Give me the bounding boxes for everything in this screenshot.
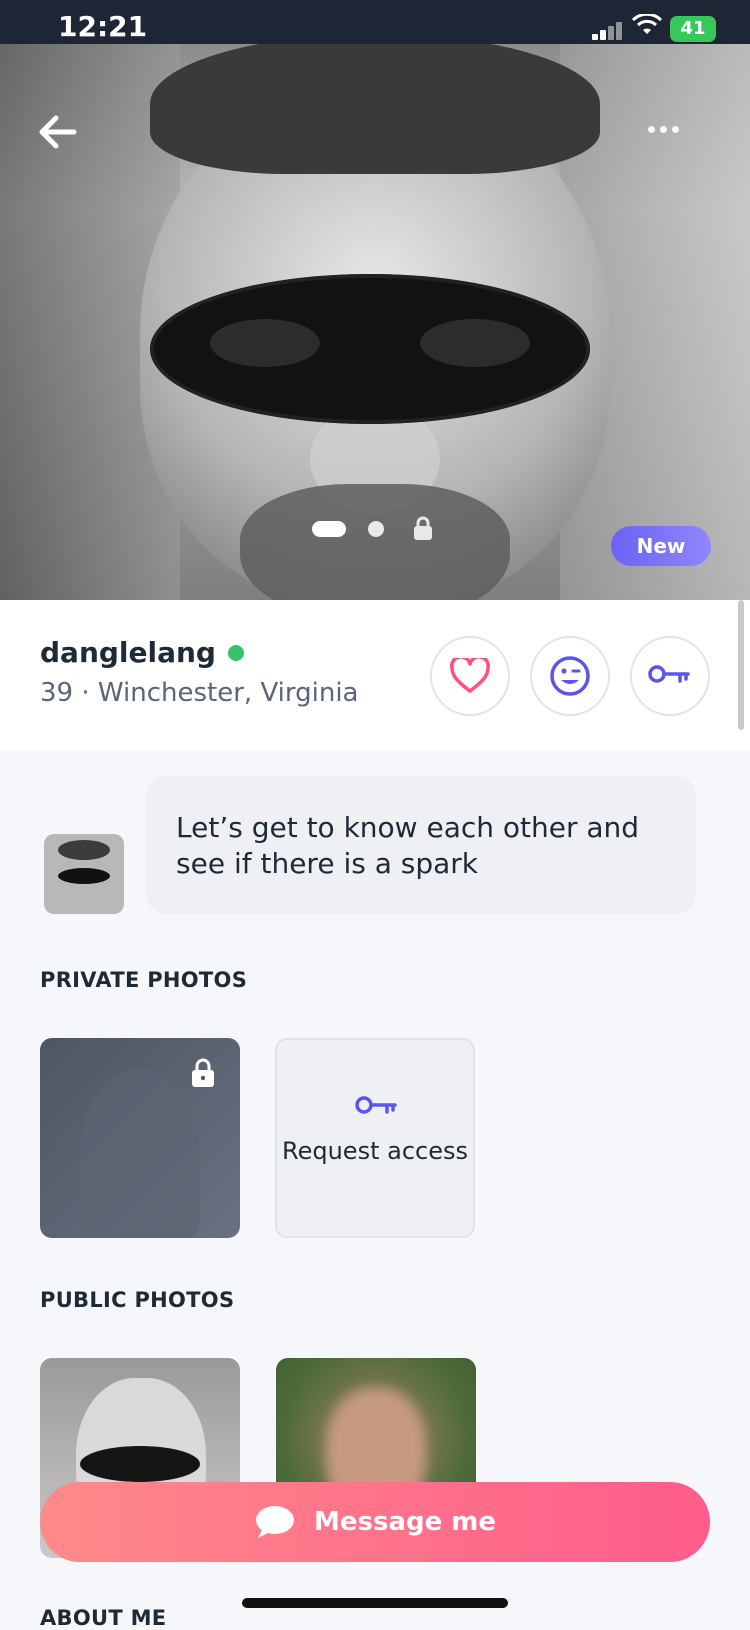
battery-icon: 41 xyxy=(670,16,716,42)
avatar[interactable] xyxy=(44,834,124,914)
photo-mask xyxy=(150,274,590,424)
public-photos-title: PUBLIC PHOTOS xyxy=(40,1288,235,1312)
message-bubble: Let’s get to know each other and see if … xyxy=(146,776,696,914)
wifi-icon xyxy=(632,14,662,34)
page-dot xyxy=(368,521,384,537)
signal-icon xyxy=(592,20,626,40)
profile-header: danglelang 39 · Winchester, Virginia xyxy=(0,600,750,750)
request-access-button[interactable]: Request access xyxy=(275,1038,475,1238)
back-arrow-icon[interactable] xyxy=(36,110,80,154)
status-time: 12:21 xyxy=(58,10,148,43)
message-text: Let’s get to know each other and see if … xyxy=(176,811,640,880)
request-access-label: Request access xyxy=(282,1137,468,1165)
intro-message: Let’s get to know each other and see if … xyxy=(44,776,696,916)
heart-icon xyxy=(450,658,490,693)
profile-photo[interactable] xyxy=(0,44,750,600)
home-indicator[interactable] xyxy=(242,1598,508,1608)
status-bar: 12:21 41 xyxy=(0,0,750,44)
scrollbar[interactable] xyxy=(738,600,744,730)
message-me-button[interactable]: Message me xyxy=(40,1482,710,1562)
silhouette-image xyxy=(80,1068,200,1238)
lock-icon xyxy=(192,1058,214,1087)
photo-beard xyxy=(240,484,510,600)
new-badge: New xyxy=(611,526,711,566)
wink-button[interactable] xyxy=(530,636,610,716)
key-button[interactable] xyxy=(630,636,710,716)
message-me-label: Message me xyxy=(313,1507,497,1537)
key-icon xyxy=(355,1096,397,1114)
page-dot-active xyxy=(312,521,346,537)
wink-icon xyxy=(550,656,590,696)
private-photos-title: PRIVATE PHOTOS xyxy=(40,968,248,992)
chat-bubble-icon xyxy=(255,1506,294,1538)
lock-dot-icon xyxy=(414,516,432,540)
photo-hair xyxy=(150,44,600,174)
about-me-title: ABOUT ME xyxy=(40,1606,167,1630)
more-options-icon[interactable] xyxy=(648,118,688,138)
private-photo-locked[interactable] xyxy=(40,1038,240,1238)
like-button[interactable] xyxy=(430,636,510,716)
username-row: danglelang xyxy=(40,636,244,669)
key-icon xyxy=(648,665,690,683)
online-indicator xyxy=(227,644,244,661)
username: danglelang xyxy=(40,636,216,669)
profile-meta: 39 · Winchester, Virginia xyxy=(40,678,359,708)
